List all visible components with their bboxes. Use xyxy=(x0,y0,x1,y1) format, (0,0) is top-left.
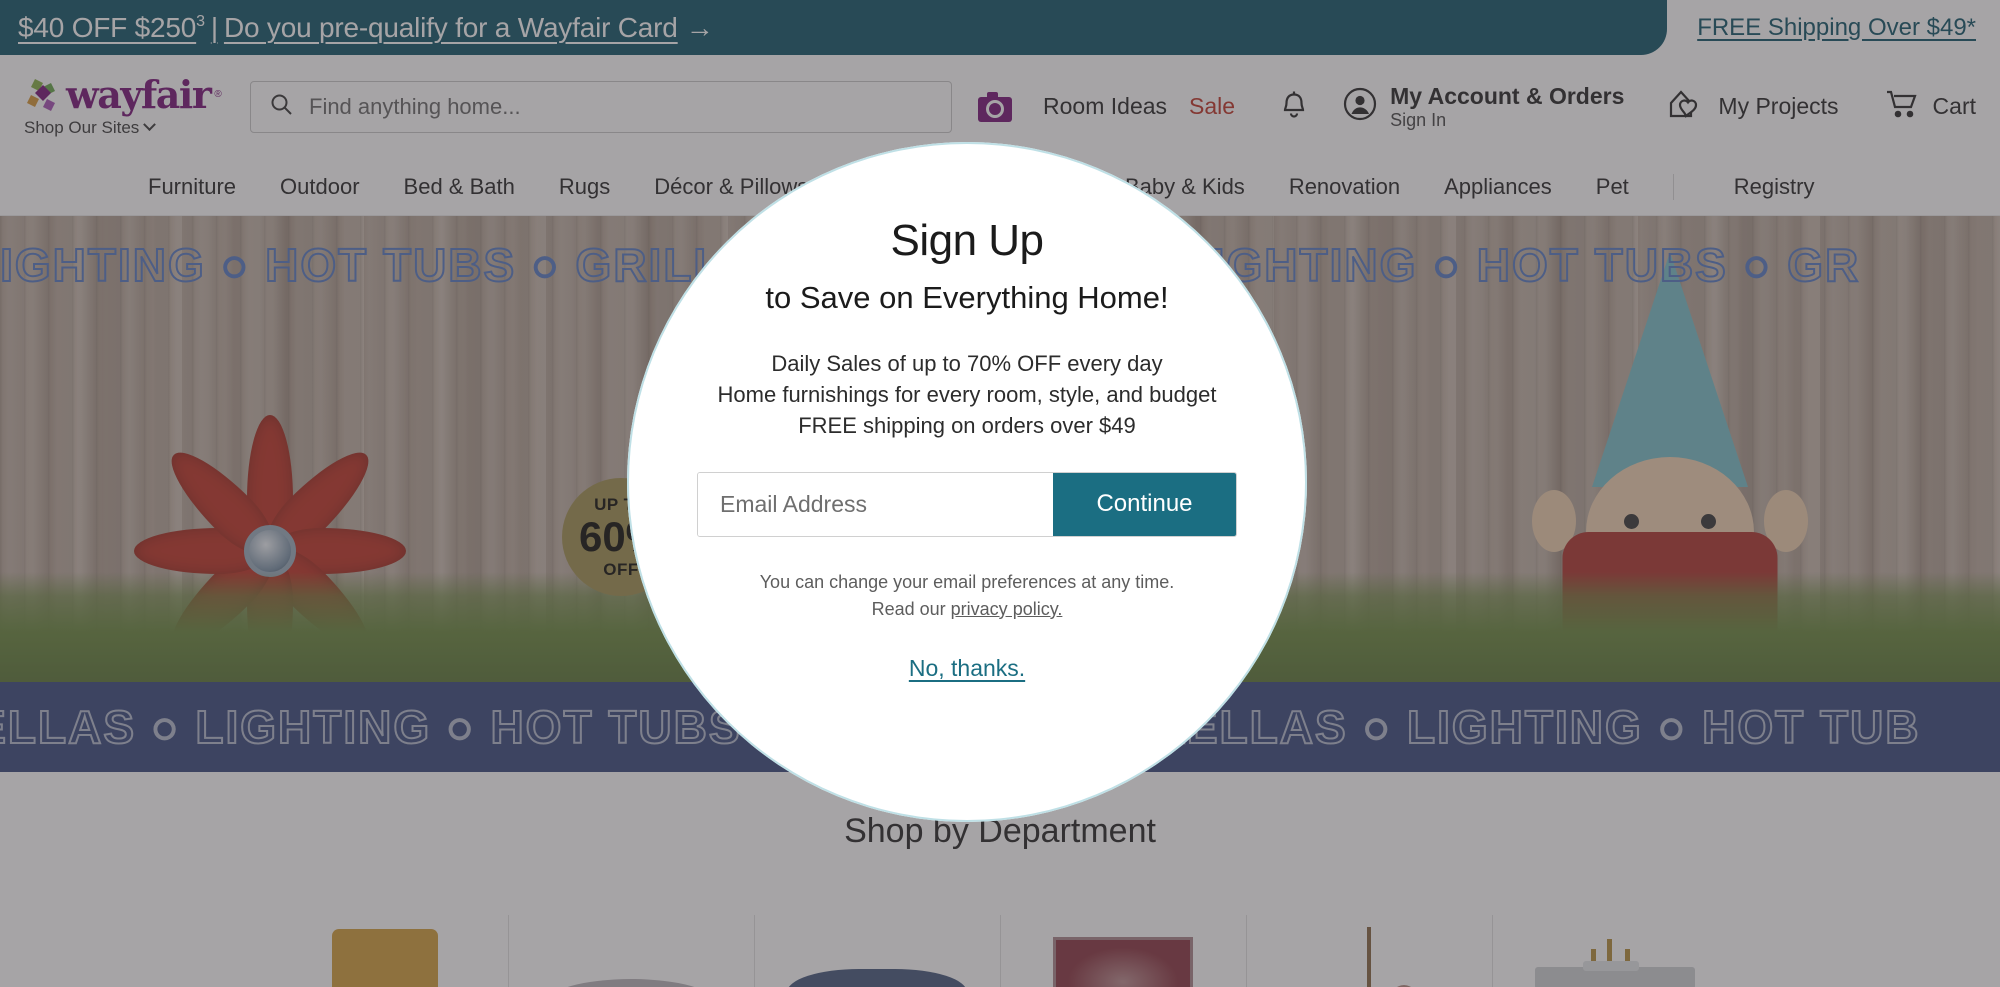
modal-benefit-1: Daily Sales of up to 70% OFF every day xyxy=(771,351,1163,376)
modal-subtitle: to Save on Everything Home! xyxy=(765,280,1169,315)
signup-modal: Sign Up to Save on Everything Home! Dail… xyxy=(627,142,1307,822)
modal-benefit-3: FREE shipping on orders over $49 xyxy=(798,413,1136,439)
signup-form: Continue xyxy=(697,471,1237,537)
modal-benefits-list: Daily Sales of up to 70% OFF every day H… xyxy=(718,348,1217,442)
no-thanks-link[interactable]: No, thanks. xyxy=(909,655,1025,682)
email-input[interactable] xyxy=(698,472,1053,536)
email-preferences-note: You can change your email preferences at… xyxy=(759,571,1175,592)
continue-button[interactable]: Continue xyxy=(1053,472,1236,536)
modal-fine-print: You can change your email preferences at… xyxy=(760,569,1175,623)
modal-benefit-2: Home furnishings for every room, style, … xyxy=(717,382,1217,408)
privacy-policy-link[interactable]: privacy policy. xyxy=(951,599,1063,619)
read-our-label: Read our xyxy=(871,598,951,619)
page-root: $40 OFF $2503 | Do you pre-qualify for a W… xyxy=(0,0,2000,987)
modal-title: Sign Up xyxy=(890,216,1044,265)
